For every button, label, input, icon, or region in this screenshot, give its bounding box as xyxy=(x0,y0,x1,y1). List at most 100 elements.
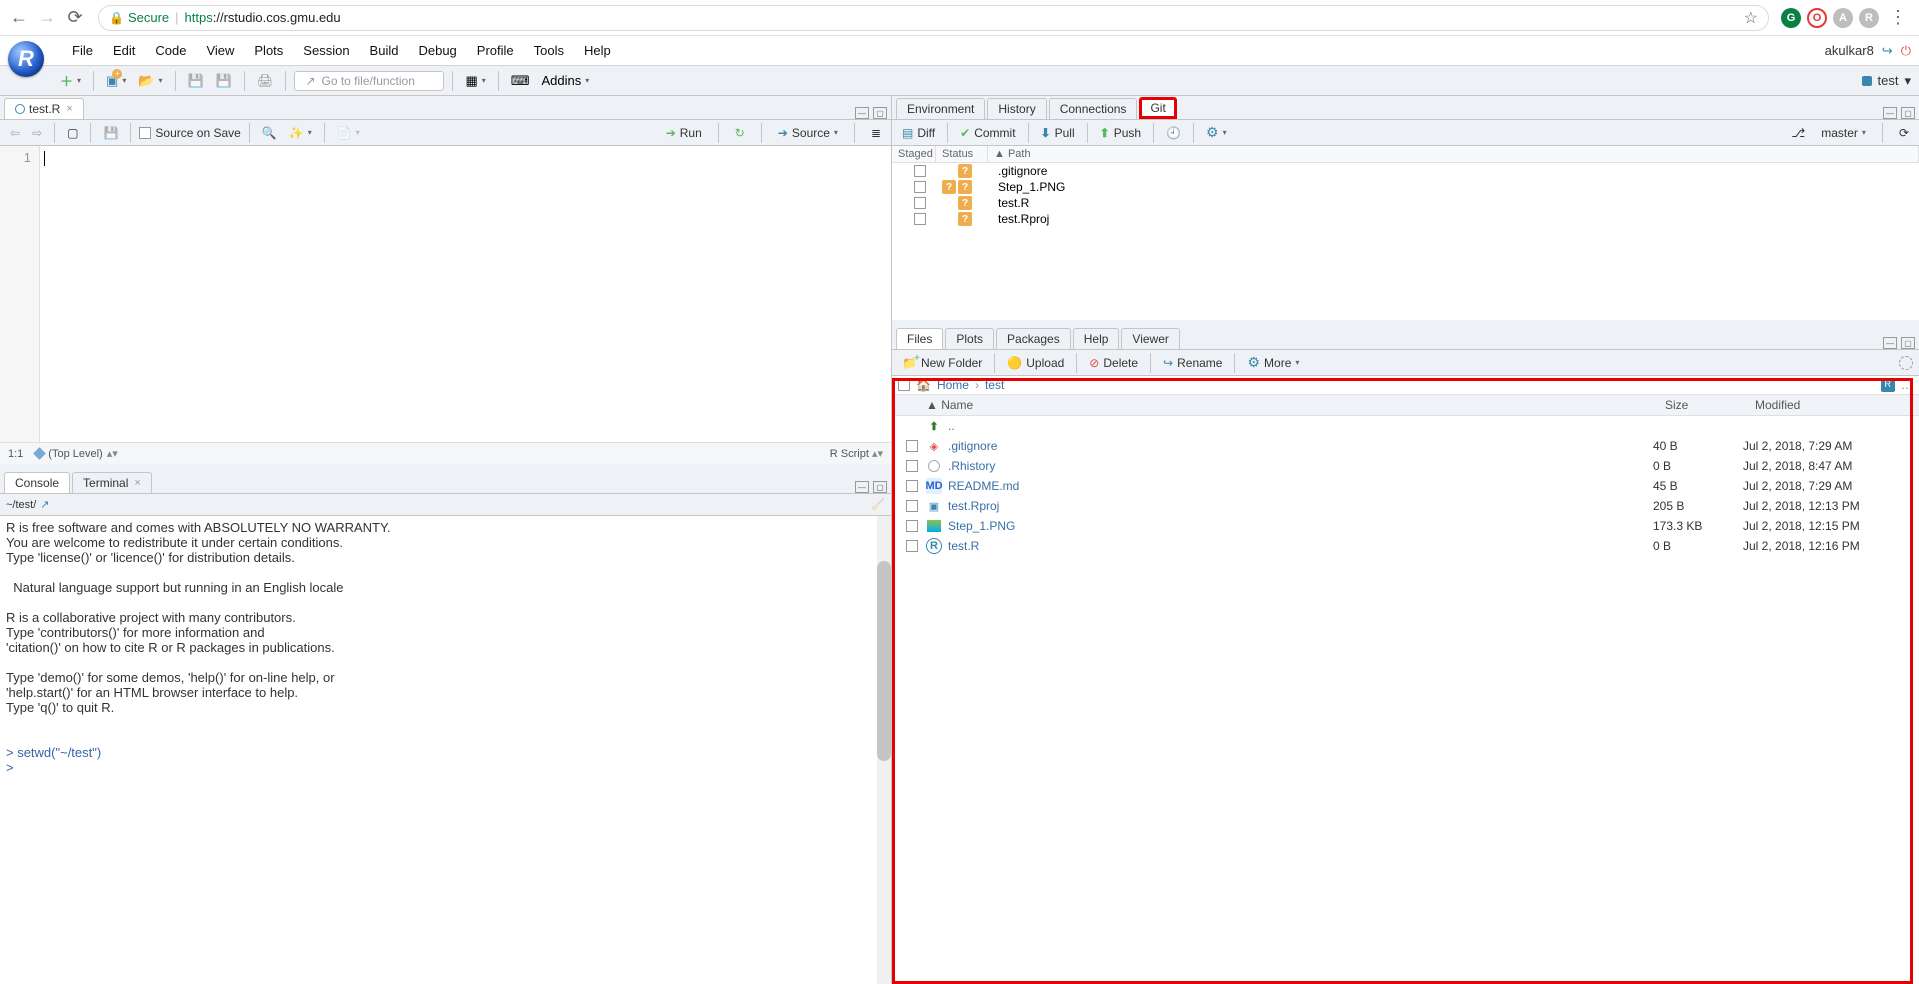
find-button[interactable]: 🔍 xyxy=(258,124,281,142)
file-checkbox[interactable] xyxy=(906,500,918,512)
extension-rstudio-icon[interactable]: R xyxy=(1859,8,1879,28)
goto-file-input[interactable]: ↗ Go to file/function xyxy=(294,71,444,91)
maximize-pane-icon[interactable]: ▢ xyxy=(1901,107,1915,119)
r-project-badge-icon[interactable]: R xyxy=(1881,378,1896,392)
grid-button[interactable]: ▦▾ xyxy=(461,71,489,91)
menu-file[interactable]: File xyxy=(62,43,103,58)
stage-checkbox[interactable] xyxy=(914,165,926,177)
packages-tab[interactable]: Packages xyxy=(996,328,1071,349)
print-button[interactable]: 🖨 xyxy=(253,71,278,91)
extension-opera-icon[interactable]: O xyxy=(1807,8,1827,28)
plots-tab[interactable]: Plots xyxy=(945,328,994,349)
address-bar[interactable]: 🔒 Secure | https://rstudio.cos.gmu.edu ☆ xyxy=(98,5,1769,31)
git-file-row[interactable]: ?? Step_1.PNG xyxy=(892,179,1919,195)
menu-view[interactable]: View xyxy=(196,43,244,58)
git-file-row[interactable]: ? test.R xyxy=(892,195,1919,211)
back-button[interactable]: ← xyxy=(8,7,30,29)
maximize-pane-icon[interactable]: ▢ xyxy=(873,107,887,119)
save-source-button[interactable]: 💾 xyxy=(99,124,122,142)
file-checkbox[interactable] xyxy=(906,480,918,492)
project-name[interactable]: test xyxy=(1878,73,1899,88)
file-name[interactable]: README.md xyxy=(948,479,1653,493)
history-tab[interactable]: History xyxy=(987,98,1046,119)
commit-button[interactable]: ✔Commit xyxy=(956,124,1019,142)
file-row[interactable]: ◈ .gitignore 40 B Jul 2, 2018, 7:29 AM xyxy=(892,436,1919,456)
help-tab[interactable]: Help xyxy=(1073,328,1120,349)
menu-tools[interactable]: Tools xyxy=(524,43,574,58)
keyboard-button[interactable]: ⌨ xyxy=(507,71,534,91)
addins-button[interactable]: Addins ▾ xyxy=(538,71,594,90)
extension-grammarly-icon[interactable]: G xyxy=(1781,8,1801,28)
stage-checkbox[interactable] xyxy=(914,213,926,225)
save-all-button[interactable]: 💾 xyxy=(212,71,236,91)
minimize-pane-icon[interactable]: — xyxy=(855,481,869,493)
viewer-tab[interactable]: Viewer xyxy=(1121,328,1179,349)
scope-selector[interactable]: (Top Level) ▴▾ xyxy=(35,447,117,460)
file-row[interactable]: Step_1.PNG 173.3 KB Jul 2, 2018, 12:15 P… xyxy=(892,516,1919,536)
file-name[interactable]: .gitignore xyxy=(948,439,1653,453)
source-back-button[interactable]: ⇦ xyxy=(6,124,24,142)
wand-button[interactable]: ✨▾ xyxy=(285,124,316,142)
col-modified[interactable]: Modified xyxy=(1749,395,1919,415)
col-status[interactable]: Status xyxy=(936,146,988,162)
file-row[interactable]: MD README.md 45 B Jul 2, 2018, 7:29 AM xyxy=(892,476,1919,496)
rerun-button[interactable]: ↻ xyxy=(731,124,749,142)
file-checkbox[interactable] xyxy=(906,460,918,472)
minimize-pane-icon[interactable]: — xyxy=(1883,107,1897,119)
terminal-tab[interactable]: Terminal× xyxy=(72,472,152,493)
file-name[interactable]: test.Rproj xyxy=(948,499,1653,513)
history-button[interactable]: 🕘 xyxy=(1162,124,1185,142)
source-on-save-checkbox[interactable] xyxy=(139,127,151,139)
code-editor[interactable]: 1 xyxy=(0,146,891,442)
file-row[interactable]: .Rhistory 0 B Jul 2, 2018, 8:47 AM xyxy=(892,456,1919,476)
language-selector[interactable]: R Script xyxy=(830,448,869,460)
maximize-pane-icon[interactable]: ▢ xyxy=(873,481,887,493)
close-tab-icon[interactable]: × xyxy=(134,477,140,489)
menu-edit[interactable]: Edit xyxy=(103,43,145,58)
more-path-icon[interactable]: … xyxy=(1901,378,1913,392)
extension-acrobat-icon[interactable]: A xyxy=(1833,8,1853,28)
open-file-button[interactable]: 📂▾ xyxy=(134,71,166,91)
save-button[interactable]: 💾 xyxy=(184,71,208,91)
file-checkbox[interactable] xyxy=(906,520,918,532)
push-button[interactable]: ⬆Push xyxy=(1096,124,1145,142)
col-path[interactable]: ▲ Path xyxy=(988,146,1919,162)
menu-debug[interactable]: Debug xyxy=(408,43,466,58)
menu-code[interactable]: Code xyxy=(145,43,196,58)
git-file-row[interactable]: ? .gitignore xyxy=(892,163,1919,179)
new-project-button[interactable]: ▣▾ xyxy=(102,71,130,91)
connections-tab[interactable]: Connections xyxy=(1049,98,1138,119)
menu-plots[interactable]: Plots xyxy=(244,43,293,58)
breadcrumb-current[interactable]: test xyxy=(985,378,1004,392)
project-menu-icon[interactable]: ▾ xyxy=(1904,73,1911,89)
new-folder-button[interactable]: 📁+New Folder xyxy=(898,354,986,372)
minimize-pane-icon[interactable]: — xyxy=(1883,337,1897,349)
col-size[interactable]: Size xyxy=(1659,395,1749,415)
file-name[interactable]: Step_1.PNG xyxy=(948,519,1653,533)
close-tab-icon[interactable]: × xyxy=(66,103,72,115)
source-forward-button[interactable]: ⇨ xyxy=(28,124,46,142)
bookmark-icon[interactable]: ☆ xyxy=(1744,8,1758,28)
report-button[interactable]: 📄▾ xyxy=(333,124,364,142)
files-tab[interactable]: Files xyxy=(896,328,943,349)
outline-button[interactable]: ≣ xyxy=(867,124,885,142)
console-output[interactable]: R is free software and comes with ABSOLU… xyxy=(0,516,891,984)
scrollbar-thumb[interactable] xyxy=(877,561,891,761)
quit-icon[interactable]: ⏻ xyxy=(1901,43,1911,59)
git-more-button[interactable]: ⚙▾ xyxy=(1202,122,1231,143)
file-name[interactable]: .Rhistory xyxy=(948,459,1653,473)
menu-build[interactable]: Build xyxy=(360,43,409,58)
source-tab-test-r[interactable]: test.R × xyxy=(4,98,84,119)
refresh-files-icon[interactable] xyxy=(1899,356,1913,370)
minimize-pane-icon[interactable]: — xyxy=(855,107,869,119)
menu-profile[interactable]: Profile xyxy=(467,43,524,58)
forward-button[interactable]: → xyxy=(36,7,58,29)
rename-button[interactable]: ↪Rename xyxy=(1159,354,1226,372)
console-cwd-icon[interactable]: ↗ xyxy=(40,498,49,511)
browser-menu-icon[interactable]: ⋮ xyxy=(1885,7,1911,28)
pull-button[interactable]: ⬇Pull xyxy=(1037,124,1079,142)
col-name[interactable]: ▲ Name xyxy=(920,395,1659,415)
upload-button[interactable]: 🟡Upload xyxy=(1003,354,1068,372)
parent-dir-row[interactable]: ⬆.. xyxy=(892,416,1919,436)
clear-console-icon[interactable]: 🧹 xyxy=(871,498,885,511)
